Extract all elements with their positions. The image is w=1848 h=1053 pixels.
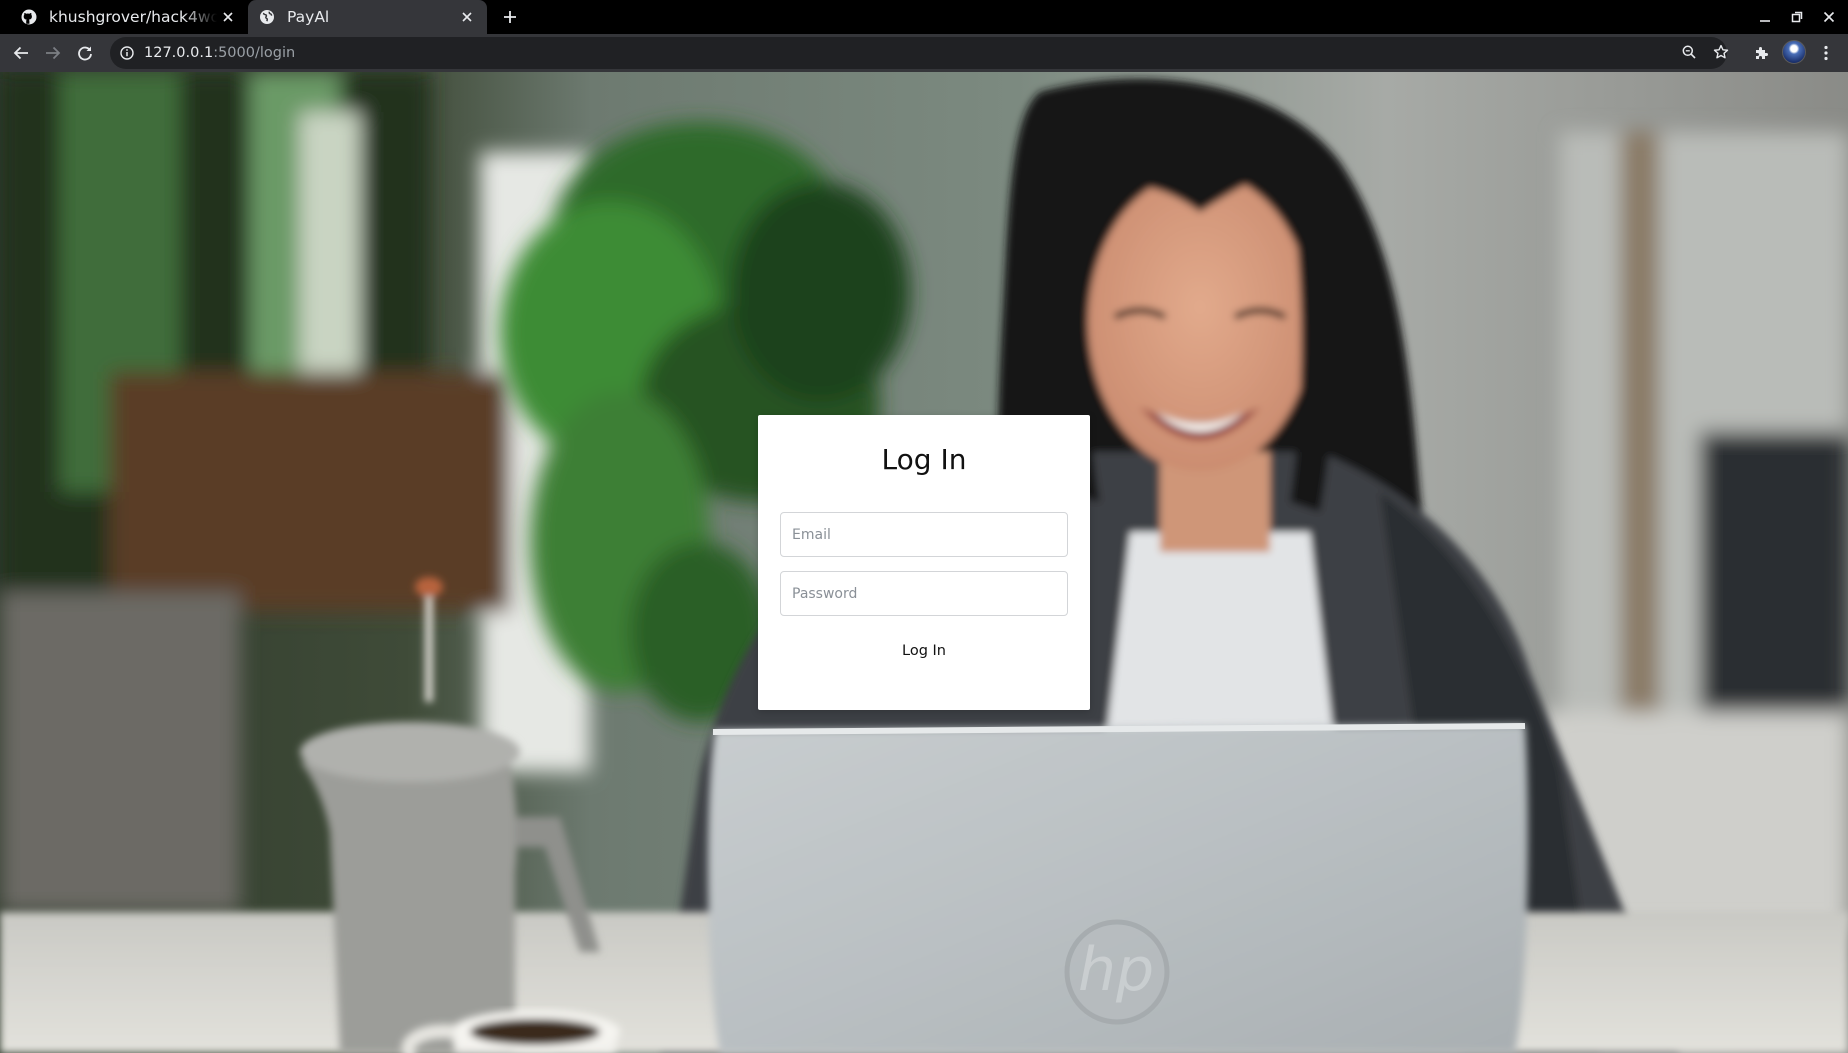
reload-icon[interactable] <box>73 41 97 65</box>
address-bar[interactable]: 127.0.0.1:5000/login <box>110 37 1727 69</box>
close-tab-icon[interactable] <box>456 6 478 28</box>
github-icon <box>21 9 37 25</box>
page-content: hp Log In Log In <box>0 72 1848 1053</box>
browser-toolbar: 127.0.0.1:5000/login <box>0 34 1848 72</box>
login-title: Log In <box>881 443 967 476</box>
kebab-menu-icon[interactable] <box>1816 42 1836 64</box>
url-text: 127.0.0.1:5000/login <box>144 45 295 61</box>
star-icon[interactable] <box>1711 42 1731 62</box>
minimize-icon[interactable] <box>1755 7 1775 27</box>
plus-icon[interactable] <box>498 5 522 29</box>
back-arrow-icon[interactable] <box>9 41 33 65</box>
url-host: 127.0.0.1 <box>144 45 214 61</box>
info-icon[interactable] <box>119 45 135 61</box>
login-button[interactable]: Log In <box>884 636 964 666</box>
zoom-icon[interactable] <box>1679 42 1699 62</box>
restore-icon[interactable] <box>1787 7 1807 27</box>
close-tab-icon[interactable] <box>217 6 239 28</box>
tab-title: PayAl <box>287 8 330 26</box>
avatar[interactable] <box>1782 40 1806 64</box>
url-path: :5000/login <box>213 45 296 61</box>
svg-text:hp: hp <box>1078 935 1154 1005</box>
tab-github[interactable]: khushgrover/hack4women <box>10 0 248 34</box>
password-field[interactable] <box>780 571 1068 616</box>
email-field[interactable] <box>780 512 1068 557</box>
tab-payal[interactable]: PayAl <box>248 0 487 34</box>
close-icon[interactable] <box>1819 7 1839 27</box>
globe-icon <box>259 9 275 25</box>
login-card: Log In Log In <box>758 415 1090 710</box>
tab-strip: khushgrover/hack4women PayAl <box>0 0 1848 34</box>
puzzle-icon[interactable] <box>1752 43 1772 63</box>
tab-title: khushgrover/hack4women <box>49 8 217 26</box>
forward-arrow-icon[interactable] <box>41 41 65 65</box>
